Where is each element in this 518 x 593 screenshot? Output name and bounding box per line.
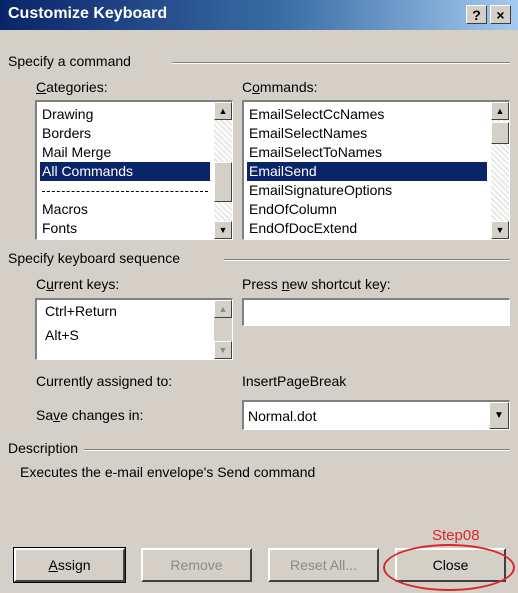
- help-button[interactable]: ?: [466, 5, 487, 24]
- close-window-button[interactable]: ×: [490, 5, 511, 24]
- command-item[interactable]: EndOfDocExtend: [247, 219, 357, 238]
- currently-assigned-value: InsertPageBreak: [242, 373, 347, 389]
- specify-command-group-label: Specify a command: [8, 53, 131, 69]
- current-keys-label: Current keys:: [36, 276, 120, 292]
- categories-list[interactable]: Drawing Borders Mail Merge All Commands …: [35, 100, 233, 240]
- command-item[interactable]: EndOfColumn: [247, 200, 337, 219]
- scroll-up-arrow-icon[interactable]: ▲: [214, 300, 232, 318]
- currently-assigned-label: Currently assigned to:: [36, 373, 173, 389]
- category-separator: [42, 191, 208, 192]
- description-text: Executes the e-mail envelope's Send comm…: [20, 464, 316, 480]
- title-bar[interactable]: Customize Keyboard ? ×: [0, 0, 518, 30]
- description-group-label: Description: [8, 440, 79, 456]
- scroll-thumb[interactable]: [491, 122, 509, 144]
- category-item-borders[interactable]: Borders: [40, 124, 91, 143]
- new-shortcut-input[interactable]: [242, 298, 510, 326]
- categories-scrollbar[interactable]: ▲ ▼: [214, 102, 232, 239]
- scroll-down-arrow-icon[interactable]: ▼: [491, 221, 509, 239]
- dialog-title: Customize Keyboard: [8, 5, 168, 22]
- current-key-item[interactable]: Ctrl+Return: [43, 302, 117, 321]
- remove-button[interactable]: Remove: [141, 548, 252, 582]
- commands-list[interactable]: EmailSelectCcNames EmailSelectNames Emai…: [242, 100, 510, 240]
- assign-button[interactable]: Assign: [13, 547, 126, 583]
- highlight-ellipse-annotation: [383, 544, 515, 591]
- command-item[interactable]: EmailSelectNames: [247, 124, 367, 143]
- category-item-all-commands[interactable]: All Commands: [40, 162, 210, 181]
- scroll-down-arrow-icon[interactable]: ▼: [214, 221, 232, 239]
- scroll-down-arrow-icon[interactable]: ▼: [214, 341, 232, 359]
- current-keys-scrollbar[interactable]: ▲ ▼: [214, 300, 232, 359]
- categories-label: Categories:: [36, 79, 108, 95]
- group-divider: [224, 259, 510, 261]
- customize-keyboard-dialog: Customize Keyboard ? × Specify a command…: [0, 0, 518, 593]
- current-key-item[interactable]: Alt+S: [43, 326, 79, 345]
- category-item-fonts[interactable]: Fonts: [40, 219, 77, 238]
- command-item[interactable]: EmailSelectToNames: [247, 143, 382, 162]
- save-changes-select[interactable]: Normal.dot ▼: [242, 400, 510, 430]
- save-changes-label: Save changes in:: [36, 407, 144, 423]
- keyboard-sequence-group-label: Specify keyboard sequence: [8, 250, 180, 266]
- new-shortcut-label: Press new shortcut key:: [242, 276, 391, 292]
- command-item[interactable]: EmailSelectCcNames: [247, 105, 384, 124]
- commands-label: Commands:: [242, 79, 318, 95]
- scroll-up-arrow-icon[interactable]: ▲: [214, 102, 232, 120]
- reset-all-button[interactable]: Reset All...: [268, 548, 379, 582]
- dropdown-arrow-icon[interactable]: ▼: [489, 402, 509, 429]
- save-changes-value: Normal.dot: [248, 408, 317, 424]
- step-annotation-label: Step08: [432, 527, 480, 544]
- command-item-selected[interactable]: EmailSend: [247, 162, 487, 181]
- category-item-drawing[interactable]: Drawing: [40, 105, 93, 124]
- category-item-macros[interactable]: Macros: [40, 200, 88, 219]
- category-item-mail-merge[interactable]: Mail Merge: [40, 143, 111, 162]
- commands-scrollbar[interactable]: ▲ ▼: [491, 102, 509, 239]
- scroll-up-arrow-icon[interactable]: ▲: [491, 102, 509, 120]
- group-divider: [84, 449, 510, 451]
- scroll-thumb[interactable]: [214, 162, 232, 202]
- current-keys-list[interactable]: Ctrl+Return Alt+S ▲ ▼: [35, 298, 233, 360]
- command-item[interactable]: EmailSignatureOptions: [247, 181, 392, 200]
- group-divider: [172, 62, 510, 64]
